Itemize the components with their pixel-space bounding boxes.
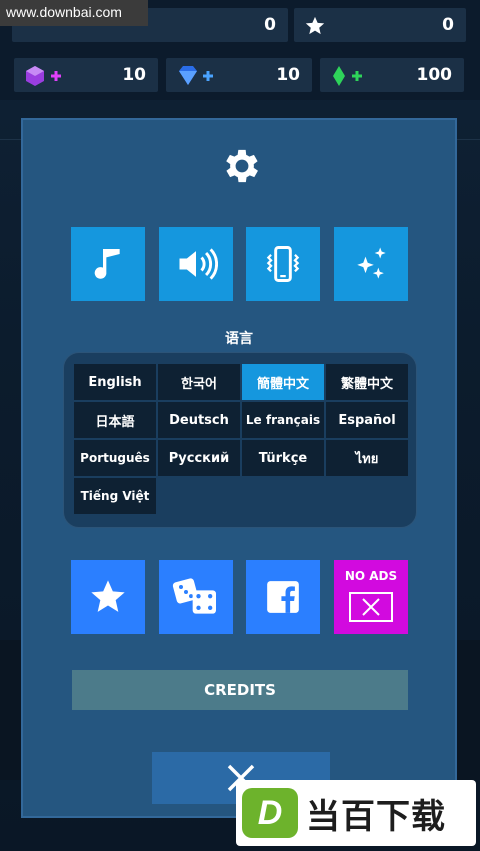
facebook-icon	[267, 581, 299, 613]
green-gem-counter[interactable]: 100	[320, 58, 464, 92]
language-option-thai[interactable]: ไทย	[326, 440, 408, 476]
top-left-value: 0	[264, 15, 276, 35]
credits-button[interactable]: CREDITS	[72, 670, 408, 710]
language-option-spanish[interactable]: Español	[326, 402, 408, 438]
watermark-text: 当百下载	[306, 796, 446, 837]
language-selector: English 한국어 簡體中文 繁體中文 日本語 Deutsch Le fra…	[63, 352, 417, 528]
green-gem-plus-icon	[333, 66, 362, 86]
more-games-button[interactable]	[159, 560, 233, 634]
facebook-button[interactable]	[246, 560, 320, 634]
no-ads-button[interactable]: NO ADS	[334, 560, 408, 634]
sound-toggle-button[interactable]	[159, 227, 233, 301]
gear-icon	[226, 149, 258, 183]
language-option-russian[interactable]: Русский	[158, 440, 240, 476]
language-option-german[interactable]: Deutsch	[158, 402, 240, 438]
watermark-bottom: D 当百下载	[236, 780, 476, 846]
no-ads-close-icon	[349, 592, 393, 622]
language-option-french[interactable]: Le français	[242, 402, 324, 438]
speaker-icon	[179, 248, 218, 280]
language-option-traditional-chinese[interactable]: 繁體中文	[326, 364, 408, 400]
language-option-turkish[interactable]: Türkçe	[242, 440, 324, 476]
phone-vibrate-icon	[266, 246, 300, 282]
language-title: 语言	[225, 331, 253, 347]
language-option-simplified-chinese[interactable]: 簡體中文	[242, 364, 324, 400]
rate-button[interactable]	[71, 560, 145, 634]
blue-gem-plus-icon	[179, 66, 213, 85]
language-option-portuguese[interactable]: Português	[74, 440, 156, 476]
green-gem-value: 100	[416, 65, 453, 85]
language-option-korean[interactable]: 한국어	[158, 364, 240, 400]
language-option-vietnamese[interactable]: Tiếng Việt	[74, 478, 156, 514]
watermark-logo: D	[242, 788, 298, 838]
star-icon	[91, 580, 125, 612]
stars-value: 0	[442, 15, 454, 35]
language-option-english[interactable]: English	[74, 364, 156, 400]
sparkles-icon	[357, 247, 386, 279]
purple-gem-counter[interactable]: 10	[14, 58, 158, 92]
effects-toggle-button[interactable]	[334, 227, 408, 301]
purple-gem-plus-icon	[26, 66, 61, 86]
settings-panel: 语言 English 한국어 簡體中文 繁體中文 日本語 Deutsch Le …	[21, 118, 457, 818]
language-option-japanese[interactable]: 日本語	[74, 402, 156, 438]
music-note-icon	[94, 249, 120, 279]
dice-icon	[172, 578, 216, 614]
purple-gem-value: 10	[122, 65, 146, 85]
star-icon	[305, 16, 325, 35]
stars-counter: 0	[294, 8, 466, 42]
blue-gem-value: 10	[276, 65, 300, 85]
blue-gem-counter[interactable]: 10	[166, 58, 312, 92]
language-grid: English 한국어 簡體中文 繁體中文 日本語 Deutsch Le fra…	[74, 364, 408, 514]
no-ads-label: NO ADS	[344, 569, 398, 583]
music-toggle-button[interactable]	[71, 227, 145, 301]
vibration-toggle-button[interactable]	[246, 227, 320, 301]
watermark-top: www.downbai.com	[0, 0, 148, 26]
